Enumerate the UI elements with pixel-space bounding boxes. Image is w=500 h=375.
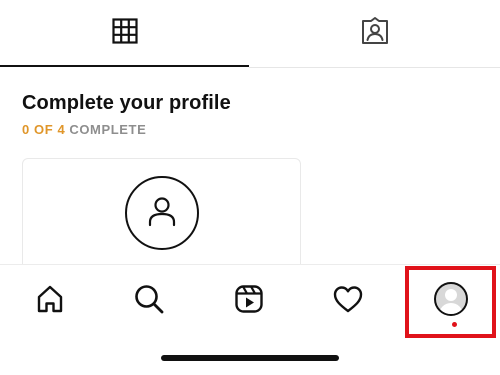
reels-icon (234, 284, 264, 319)
progress-count: 0 OF 4 (22, 122, 66, 137)
nav-activity-button[interactable] (326, 279, 370, 323)
tagged-person-icon (360, 16, 390, 51)
complete-profile-progress: 0 OF 4 COMPLETE (22, 122, 146, 137)
nav-profile-button[interactable] (405, 266, 496, 338)
grid-icon (111, 18, 138, 49)
heart-icon (332, 284, 364, 319)
search-icon (133, 283, 165, 320)
tabs-divider (249, 67, 500, 68)
tab-tagged[interactable] (249, 0, 500, 67)
home-indicator[interactable] (161, 355, 339, 361)
profile-photo-placeholder (125, 176, 199, 250)
nav-home-button[interactable] (28, 279, 72, 323)
person-icon (145, 194, 179, 233)
tab-posts-grid[interactable] (0, 0, 249, 67)
complete-profile-title: Complete your profile (22, 92, 231, 114)
active-tab-indicator (0, 65, 249, 67)
profile-tabs (0, 0, 500, 68)
home-icon (35, 284, 65, 319)
avatar-icon (433, 282, 468, 316)
notification-dot (452, 322, 457, 327)
nav-reels-button[interactable] (227, 279, 271, 323)
progress-label: COMPLETE (69, 122, 147, 137)
profile-screen: Complete your profile 0 OF 4 COMPLETE (0, 0, 500, 375)
nav-search-button[interactable] (127, 279, 171, 323)
